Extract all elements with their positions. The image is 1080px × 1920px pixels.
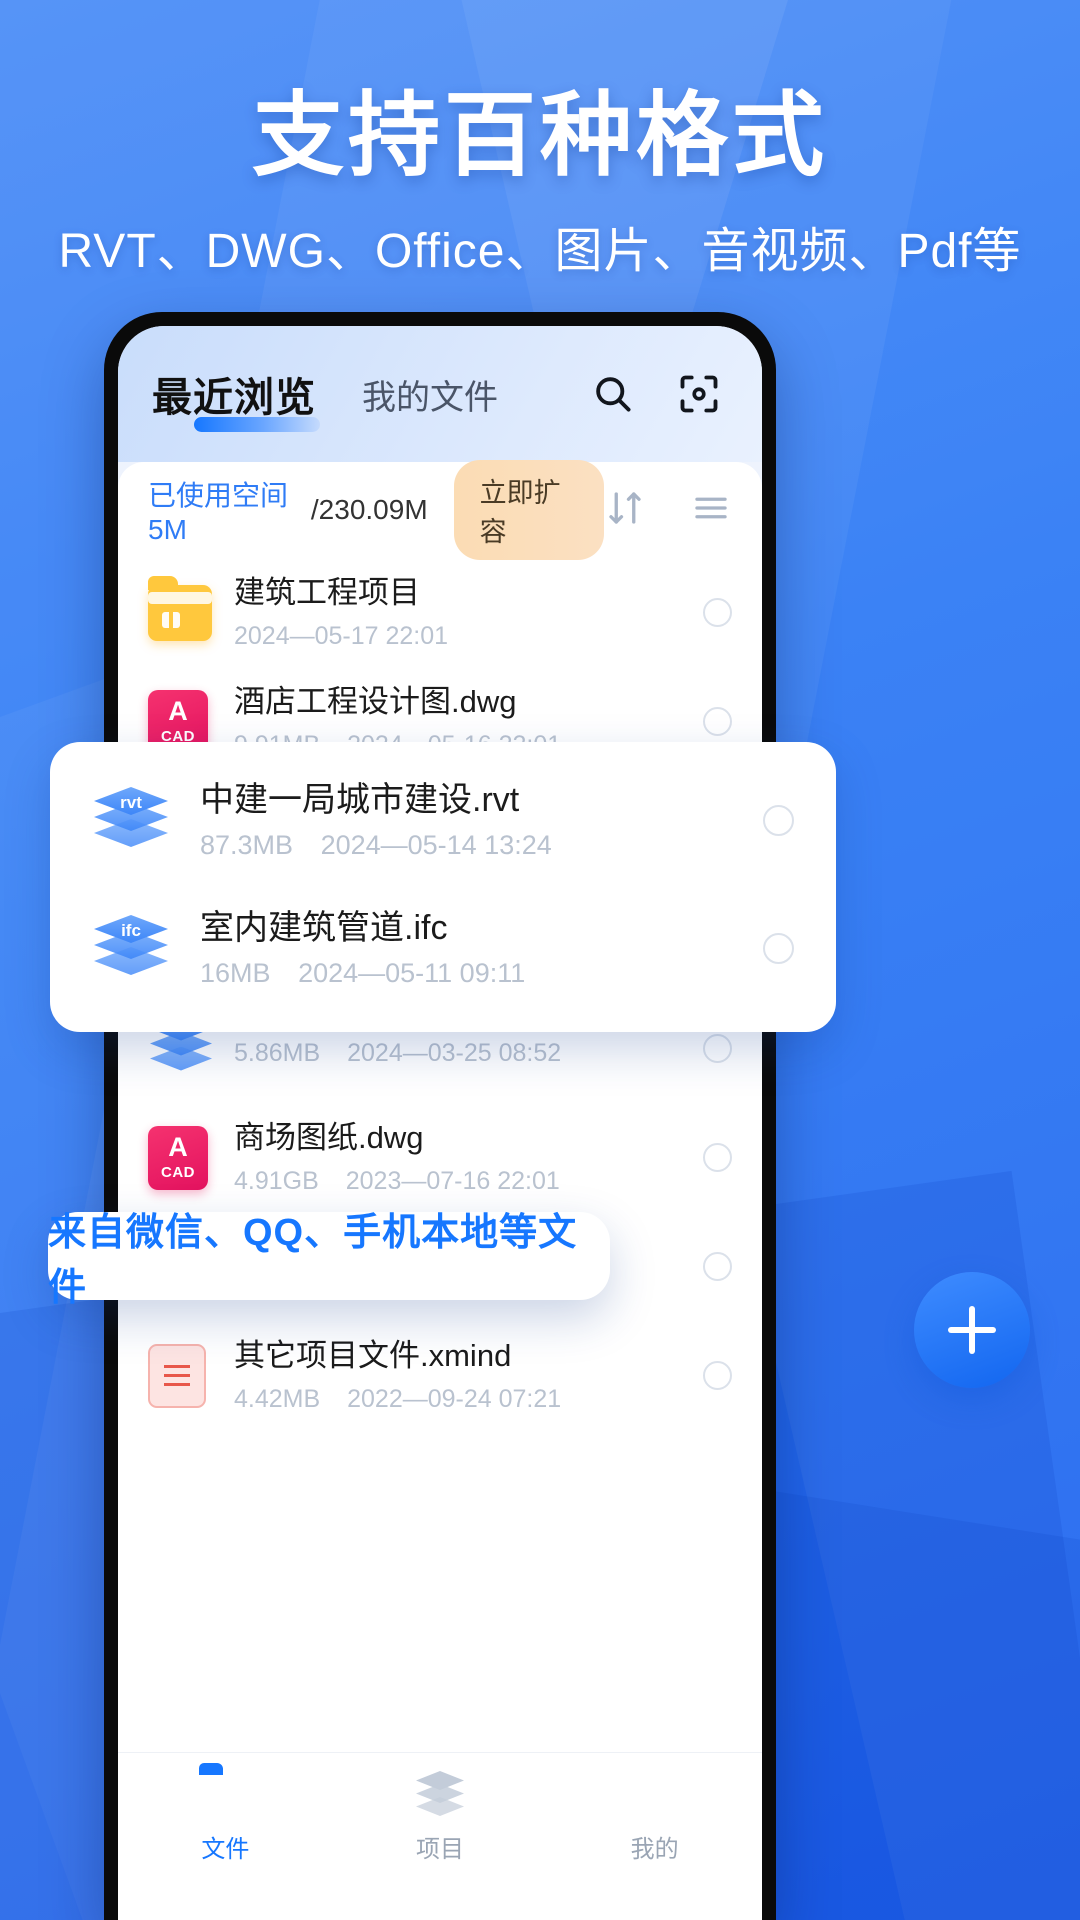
select-radio[interactable] — [763, 932, 794, 964]
nav-label: 文件 — [201, 1836, 250, 1863]
promo-subtitle: RVT、DWG、Office、图片、音视频、Pdf等 — [58, 224, 1022, 278]
file-date: 2024—05-14 13:24 — [320, 830, 552, 861]
select-radio[interactable] — [763, 804, 794, 836]
add-file-fab[interactable] — [914, 1272, 1030, 1388]
file-sub: 87.3MB 2024—05-14 13:24 — [200, 830, 763, 861]
search-icon[interactable] — [584, 365, 642, 423]
select-radio[interactable] — [703, 707, 732, 736]
sort-icon[interactable] — [604, 487, 646, 534]
plus-icon — [948, 1306, 996, 1354]
file-size: 16MB — [200, 958, 271, 989]
files-icon — [199, 1771, 251, 1817]
promo-headline: 支持百种格式 RVT、DWG、Office、图片、音视频、Pdf等 — [0, 88, 1080, 281]
ifc-badge-label: ifc — [121, 921, 141, 940]
rvt-file-icon: rvt — [92, 785, 170, 855]
file-date: 2024—05-17 22:01 — [234, 621, 449, 650]
file-date: 2024—05-11 09:11 — [298, 958, 526, 989]
nav-label: 项目 — [416, 1836, 464, 1863]
file-sub: 4.91GB 2023—07-16 22:01 — [234, 1167, 703, 1196]
tab-my-files[interactable]: 我的文件 — [362, 370, 498, 419]
file-sub: 2024—05-17 22:01 — [234, 622, 703, 651]
file-sub: 4.42MB 2022—09-24 07:21 — [234, 1385, 703, 1414]
folder-icon — [148, 575, 212, 645]
select-radio[interactable] — [703, 1034, 732, 1063]
table-row[interactable]: 其它项目文件.xmind 4.42MB 2022—09-24 07:21 — [118, 1321, 762, 1430]
rvt-badge-label: rvt — [120, 793, 142, 812]
file-date: 2022—09-24 07:21 — [347, 1384, 562, 1413]
nav-item-profile[interactable]: 我的 — [547, 1771, 762, 1864]
file-meta: 商场图纸.dwg 4.91GB 2023—07-16 22:01 — [234, 1119, 703, 1196]
sources-tip-text: 来自微信、QQ、手机本地等文件 — [48, 1212, 578, 1309]
file-sub: 16MB 2024—05-11 09:11 — [200, 958, 763, 989]
storage-row: 已使用空间5M /230.09M 立即扩容 — [118, 460, 762, 560]
xmind-file-icon — [148, 1343, 212, 1408]
cad-file-icon: A CAD — [148, 1125, 212, 1190]
select-radio[interactable] — [703, 598, 732, 627]
tab-recent-browse[interactable]: 最近浏览 — [152, 365, 320, 432]
list-view-icon[interactable] — [690, 487, 732, 534]
select-radio[interactable] — [703, 1252, 732, 1281]
file-size: 5.86MB — [234, 1038, 321, 1067]
promo-title: 支持百种格式 — [251, 85, 828, 187]
file-size: 87.3MB — [200, 830, 294, 861]
file-size: 4.42MB — [234, 1384, 321, 1413]
select-radio[interactable] — [703, 1143, 732, 1172]
file-meta: 室内建筑管道.ifc 16MB 2024—05-11 09:11 — [200, 907, 763, 990]
nav-item-projects[interactable]: 项目 — [333, 1771, 548, 1864]
select-radio[interactable] — [703, 1361, 732, 1390]
file-date: 2023—07-16 22:01 — [345, 1166, 560, 1195]
storage-total-label: /230.09M — [310, 494, 428, 525]
file-meta: 中建一局城市建设.rvt 87.3MB 2024—05-14 13:24 — [200, 779, 763, 862]
nav-item-files[interactable]: 文件 — [118, 1771, 333, 1864]
storage-used-label: 已使用空间5M — [148, 480, 289, 545]
file-name: 其它项目文件.xmind — [234, 1338, 512, 1374]
table-row[interactable]: A CAD 商场图纸.dwg 4.91GB 2023—07-16 22:01 — [118, 1103, 762, 1212]
file-meta: 5.86MB 2024—03-25 08:52 — [234, 1030, 703, 1068]
phone-screen: 最近浏览 我的文件 已使用空间5M /230.09M 立即扩容 建筑工程项目 2… — [118, 326, 762, 1920]
file-meta: 其它项目文件.xmind 4.42MB 2022—09-24 07:21 — [234, 1337, 703, 1414]
file-name: 室内建筑管道.ifc — [200, 908, 448, 947]
file-meta: 建筑工程项目 2024—05-17 22:01 — [234, 574, 703, 651]
file-sub: 5.86MB 2024—03-25 08:52 — [234, 1039, 703, 1068]
tab-active-underline — [194, 417, 320, 432]
scan-icon[interactable] — [670, 365, 728, 423]
bottom-navigation: 文件 项目 我的 — [118, 1752, 762, 1920]
file-date: 2024—03-25 08:52 — [347, 1038, 562, 1067]
list-item[interactable]: rvt 中建一局城市建设.rvt 87.3MB 2024—05-14 13:24 — [86, 756, 800, 884]
file-name: 商场图纸.dwg — [234, 1120, 424, 1156]
app-header: 最近浏览 我的文件 — [118, 326, 762, 462]
phone-mockup: 最近浏览 我的文件 已使用空间5M /230.09M 立即扩容 建筑工程项目 2… — [104, 312, 776, 1920]
tab-recent-label: 最近浏览 — [152, 376, 316, 420]
nav-label: 我的 — [630, 1836, 679, 1863]
table-row[interactable]: 建筑工程项目 2024—05-17 22:01 — [118, 558, 762, 667]
overlay-files-card: rvt 中建一局城市建设.rvt 87.3MB 2024—05-14 13:24… — [50, 742, 836, 1032]
file-name: 建筑工程项目 — [234, 575, 420, 611]
file-name: 酒店工程设计图.dwg — [234, 684, 517, 720]
file-panel: 已使用空间5M /230.09M 立即扩容 建筑工程项目 2024—05-17 … — [118, 460, 762, 1920]
expand-storage-button[interactable]: 立即扩容 — [453, 460, 604, 560]
file-size: 4.91GB — [234, 1166, 319, 1195]
ifc-file-icon: ifc — [92, 913, 170, 983]
profile-icon — [629, 1771, 681, 1817]
file-name: 中建一局城市建设.rvt — [200, 780, 520, 819]
projects-icon — [414, 1771, 466, 1817]
sources-tip-card: 来自微信、QQ、手机本地等文件 — [48, 1212, 610, 1309]
list-item[interactable]: ifc 室内建筑管道.ifc 16MB 2024—05-11 09:11 — [86, 884, 800, 1012]
